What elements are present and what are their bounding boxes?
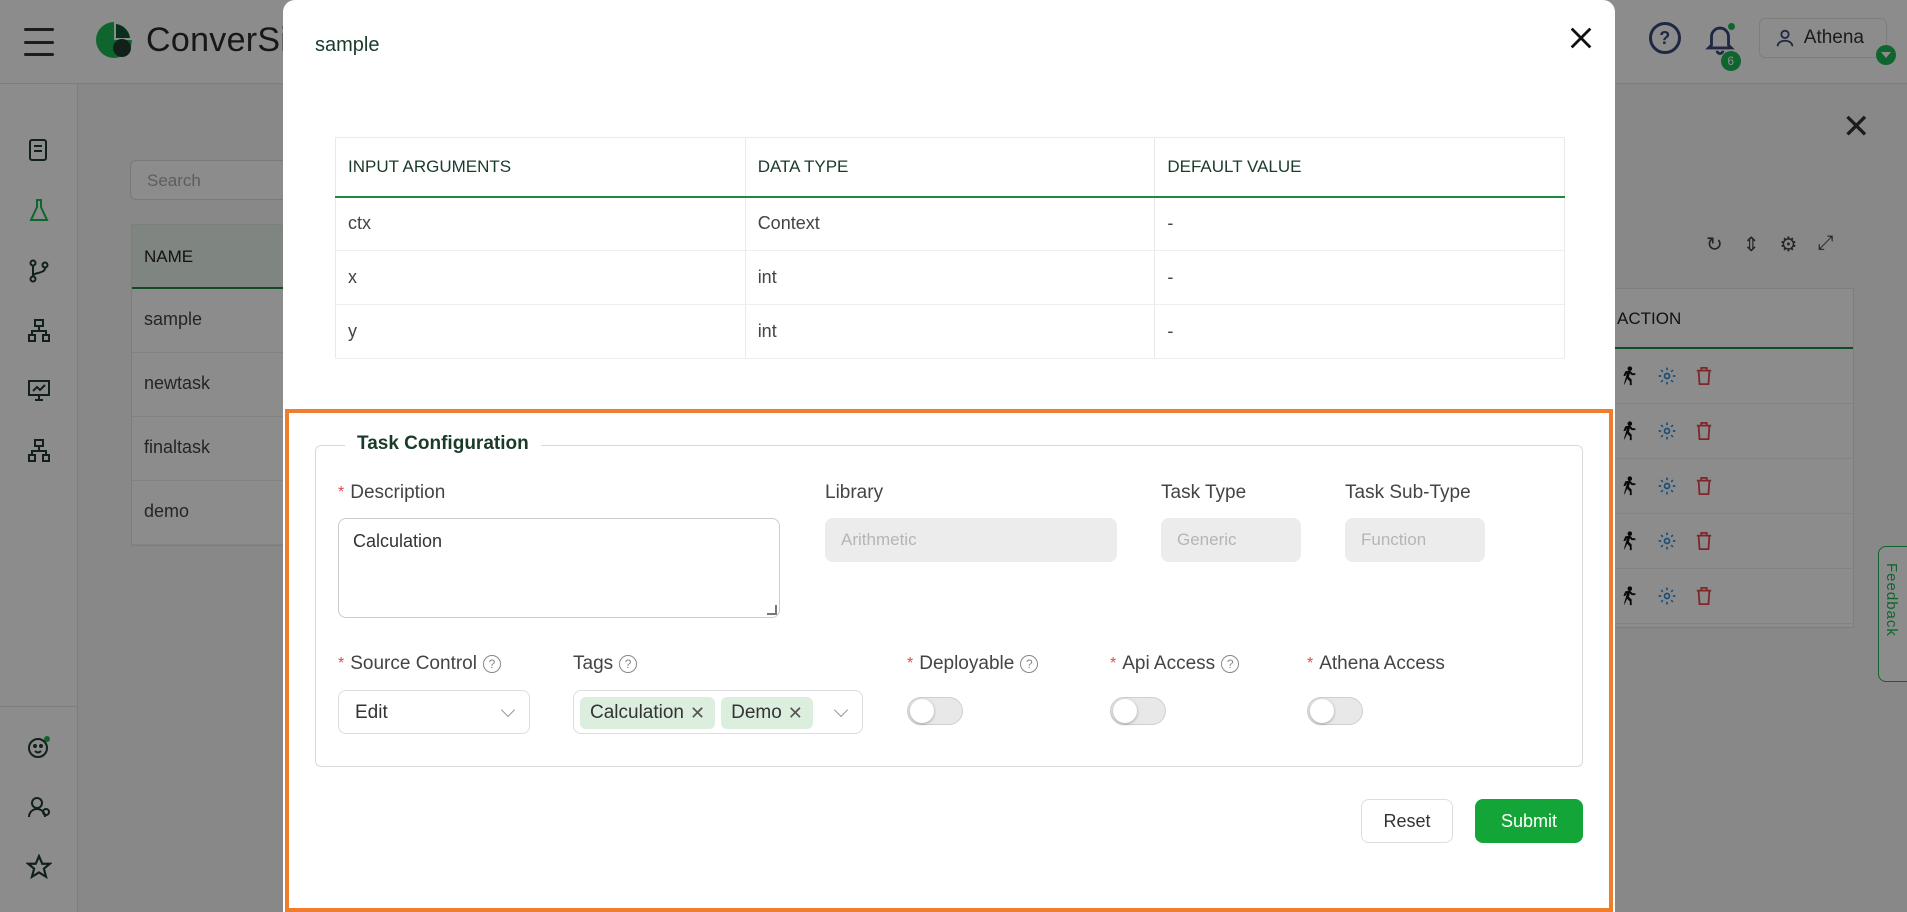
tags-label: Tags ?	[573, 653, 638, 675]
library-field: Arithmetic	[825, 518, 1117, 562]
description-label-text: Description	[350, 482, 446, 503]
argument-default: -	[1154, 304, 1565, 359]
help-icon[interactable]: ?	[482, 655, 501, 673]
argument-name: ctx	[335, 196, 746, 251]
description-label: * Description	[338, 482, 445, 504]
required-marker: *	[338, 484, 345, 501]
api-access-label: * Api Access ?	[1110, 653, 1240, 675]
argument-type: int	[745, 304, 1156, 359]
tag-chip: Calculation ✕	[580, 697, 716, 729]
data-type-header: DATA TYPE	[745, 137, 1156, 198]
help-icon[interactable]: ?	[1020, 655, 1039, 673]
argument-default: -	[1154, 196, 1565, 251]
submit-button[interactable]: Submit	[1475, 799, 1583, 843]
remove-tag-icon[interactable]: ✕	[788, 703, 803, 724]
required-marker: *	[1307, 655, 1314, 672]
tag-label: Calculation	[590, 702, 684, 723]
toggle-knob	[910, 699, 934, 723]
reset-button[interactable]: Reset	[1361, 799, 1453, 843]
close-icon[interactable]	[1567, 24, 1595, 52]
modal-title: sample	[315, 34, 380, 56]
athena-access-toggle[interactable]	[1307, 697, 1363, 725]
task-subtype-label: Task Sub-Type	[1345, 482, 1471, 503]
library-label: Library	[825, 482, 884, 503]
chevron-down-icon	[833, 702, 849, 718]
task-subtype-field: Function	[1345, 518, 1485, 562]
description-value: Calculation	[353, 531, 443, 551]
table-row: y int -	[335, 304, 1565, 359]
api-access-toggle[interactable]	[1110, 697, 1166, 725]
input-arguments-header: INPUT ARGUMENTS	[335, 137, 746, 198]
toggle-knob	[1113, 699, 1137, 723]
help-icon[interactable]: ?	[1221, 655, 1240, 673]
required-marker: *	[1110, 655, 1117, 672]
athena-access-label-text: Athena Access	[1319, 653, 1445, 674]
argument-type: Context	[745, 196, 1156, 251]
deployable-label-text: Deployable	[919, 653, 1015, 674]
deployable-label: * Deployable ?	[907, 653, 1039, 675]
source-control-label: * Source Control ?	[338, 653, 501, 675]
tags-label-text: Tags	[573, 653, 614, 674]
default-value-header: DEFAULT VALUE	[1154, 137, 1565, 198]
toggle-knob	[1310, 699, 1334, 723]
source-control-label-text: Source Control	[350, 653, 477, 674]
argument-name: y	[335, 304, 746, 359]
source-control-value: Edit	[355, 702, 388, 723]
table-header-row: INPUT ARGUMENTS DATA TYPE DEFAULT VALUE	[335, 137, 1565, 198]
remove-tag-icon[interactable]: ✕	[690, 703, 705, 724]
tag-chip: Demo ✕	[721, 697, 813, 729]
task-type-label: Task Type	[1161, 482, 1247, 503]
source-control-select[interactable]: Edit	[338, 690, 530, 734]
api-access-label-text: Api Access	[1122, 653, 1216, 674]
resize-handle-icon[interactable]	[767, 605, 777, 615]
task-detail-modal: sample INPUT ARGUMENTS DATA TYPE DEFAULT…	[283, 0, 1615, 912]
argument-default: -	[1154, 250, 1565, 305]
description-textarea[interactable]: Calculation	[338, 518, 780, 618]
input-arguments-table: INPUT ARGUMENTS DATA TYPE DEFAULT VALUE …	[335, 137, 1565, 359]
table-row: x int -	[335, 250, 1565, 305]
argument-name: x	[335, 250, 746, 305]
task-type-field: Generic	[1161, 518, 1301, 562]
tag-label: Demo	[731, 702, 782, 723]
task-configuration-legend: Task Configuration	[345, 433, 541, 455]
chevron-down-icon	[500, 702, 516, 718]
help-icon[interactable]: ?	[619, 655, 638, 673]
argument-type: int	[745, 250, 1156, 305]
required-marker: *	[338, 655, 345, 672]
deployable-toggle[interactable]	[907, 697, 963, 725]
table-row: ctx Context -	[335, 196, 1565, 251]
athena-access-label: * Athena Access	[1307, 653, 1445, 675]
required-marker: *	[907, 655, 914, 672]
tags-select[interactable]: Calculation ✕ Demo ✕	[573, 690, 863, 734]
